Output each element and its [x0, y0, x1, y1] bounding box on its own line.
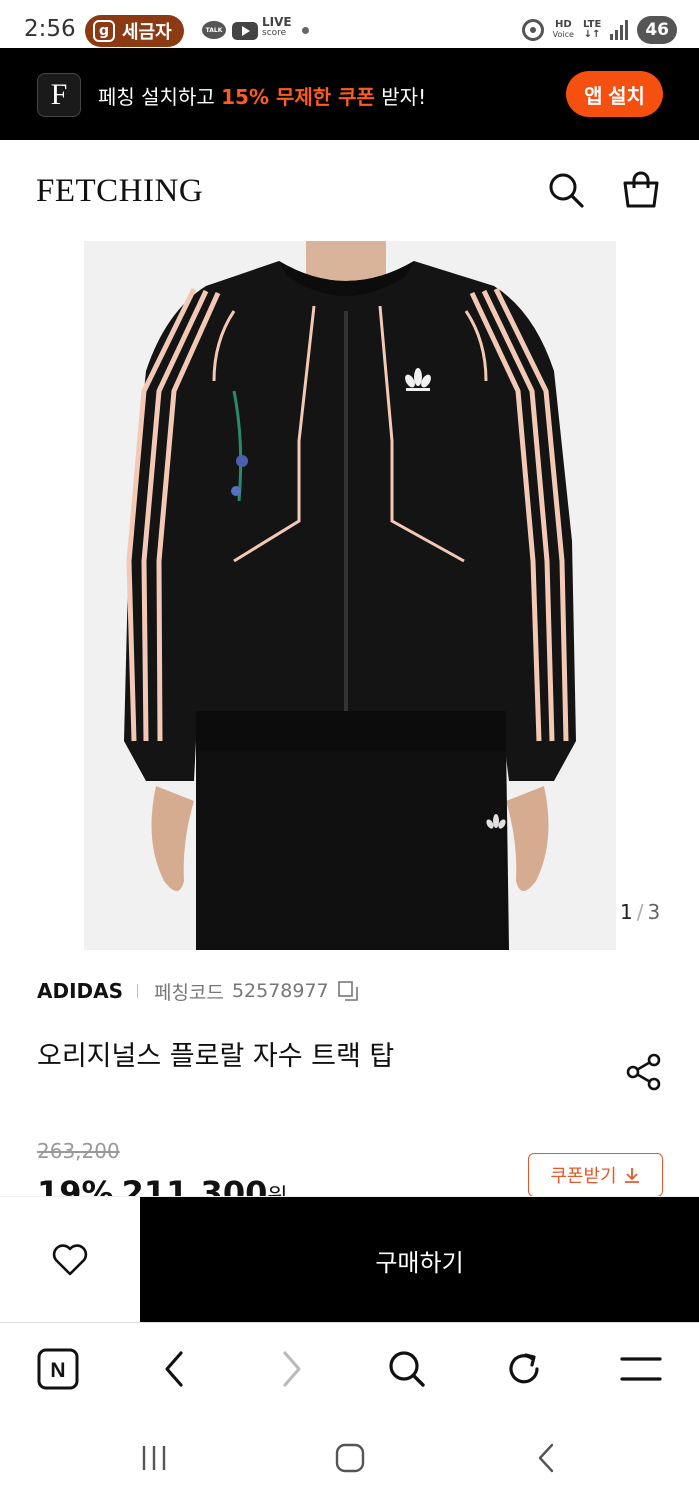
- livescore-icon: LIVE score: [262, 15, 292, 39]
- app-install-banner: F 페칭 설치하고 15% 무제한 쿠폰 받자! 앱 설치: [0, 48, 699, 140]
- home-button-icon[interactable]: [330, 1438, 370, 1478]
- livescore-sub: score: [262, 28, 287, 38]
- pager-separator: /: [636, 900, 644, 924]
- lte-label: LTE: [582, 19, 602, 30]
- hd-voice-icon: HD Voice: [553, 20, 574, 40]
- promo-text-before: 페칭 설치하고: [98, 85, 222, 109]
- promo-text: 페칭 설치하고 15% 무제한 쿠폰 받자!: [98, 81, 426, 110]
- product-meta: ADIDAS 페칭코드 52578977: [37, 978, 359, 1004]
- system-navigation-bar: [0, 1414, 699, 1500]
- g-app-icon: g: [93, 20, 115, 42]
- product-photo: [84, 241, 616, 950]
- recent-apps-icon[interactable]: [134, 1438, 174, 1478]
- more-notifications-dot: [302, 27, 309, 34]
- wishlist-button[interactable]: [0, 1197, 140, 1323]
- promo-text-after: 받자!: [374, 85, 427, 109]
- hd-sub: Voice: [552, 30, 574, 39]
- pager-current: 1: [620, 900, 633, 924]
- home-letter: N: [50, 1359, 65, 1382]
- youtube-icon: [232, 22, 258, 40]
- currency-unit: 원: [267, 1185, 287, 1196]
- download-icon: [624, 1168, 639, 1183]
- image-pager: 1/3: [620, 900, 660, 924]
- fetching-code-label: 페칭코드: [154, 981, 224, 1004]
- install-app-button[interactable]: 앱 설치: [566, 71, 663, 117]
- refresh-icon[interactable]: [500, 1345, 548, 1393]
- fetching-code-value: 52578977: [231, 980, 329, 1002]
- battery-indicator: 46: [637, 16, 677, 44]
- copy-icon[interactable]: [337, 980, 359, 1002]
- fetching-app-logo: F: [37, 73, 81, 117]
- buy-button[interactable]: 구매하기: [140, 1197, 699, 1323]
- original-price: 263,200: [37, 1139, 120, 1163]
- livescore-label: LIVE: [262, 15, 292, 29]
- forward-icon[interactable]: [268, 1345, 316, 1393]
- menu-icon[interactable]: [617, 1345, 665, 1393]
- browser-toolbar: N: [0, 1322, 699, 1414]
- talk-icon: TALK: [202, 21, 226, 39]
- hd-label: HD: [554, 19, 572, 30]
- fetching-logo[interactable]: FETCHING: [36, 173, 203, 210]
- promo-text-highlight: 15% 무제한 쿠폰: [221, 85, 375, 109]
- product-title: 오리지널스 플로랄 자수 트랙 탑: [37, 1041, 395, 1072]
- heart-icon: [52, 1244, 88, 1276]
- notification-pill-label: 세금자: [122, 22, 172, 43]
- sale-price-row: 19% 211,300원: [37, 1172, 337, 1196]
- pager-total: 3: [647, 900, 661, 924]
- search-icon[interactable]: [383, 1345, 431, 1393]
- product-image[interactable]: [84, 241, 616, 950]
- naver-home-icon[interactable]: N: [34, 1345, 82, 1393]
- status-time: 2:56: [24, 16, 76, 42]
- signal-icon: [610, 20, 629, 40]
- discount-percent: 19%: [37, 1174, 114, 1196]
- lte-icon: LTE ↓↑: [582, 19, 602, 40]
- divider: [137, 984, 139, 998]
- product-brand[interactable]: ADIDAS: [37, 979, 123, 1003]
- share-icon[interactable]: [624, 1052, 664, 1092]
- coupon-button-label: 쿠폰받기: [550, 1166, 617, 1186]
- notification-pill: g 세금자: [85, 15, 184, 47]
- system-back-icon[interactable]: [526, 1438, 566, 1478]
- site-header: FETCHING: [0, 140, 699, 240]
- purchase-bar: 구매하기: [0, 1196, 699, 1323]
- sale-price: 211,300: [121, 1174, 268, 1196]
- back-icon[interactable]: [150, 1345, 198, 1393]
- shopping-bag-icon[interactable]: [621, 170, 661, 210]
- search-icon[interactable]: [546, 170, 586, 210]
- status-right: HD Voice LTE ↓↑ 46: [521, 16, 677, 44]
- hotspot-icon: [521, 19, 544, 41]
- get-coupon-button[interactable]: 쿠폰받기: [528, 1153, 663, 1197]
